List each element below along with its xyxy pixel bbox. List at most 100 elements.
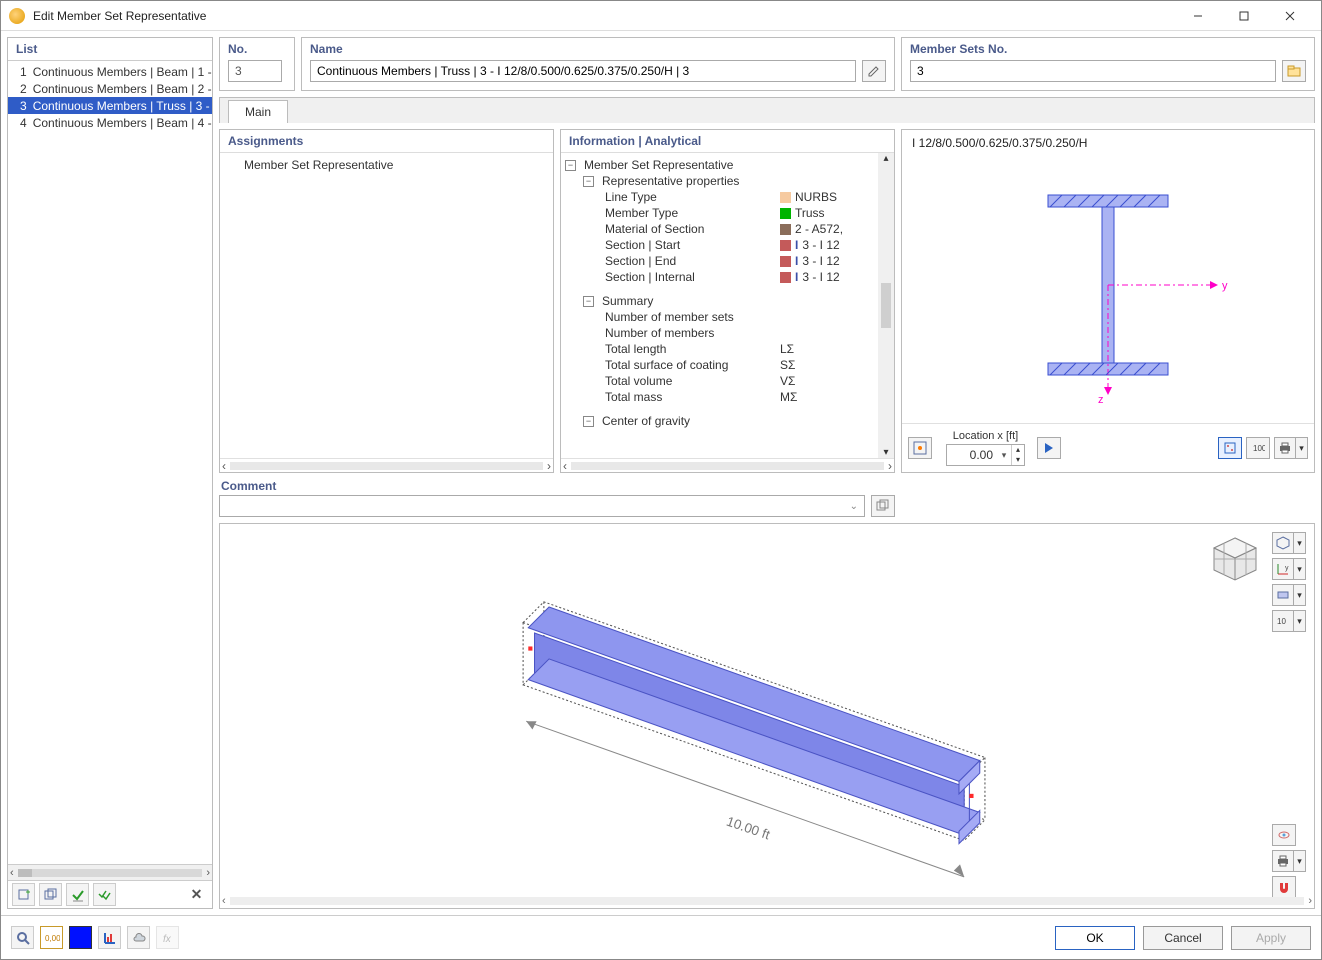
horizontal-scrollbar[interactable]: ‹› — [8, 864, 212, 880]
assignments-header: Assignments — [220, 130, 553, 153]
comment-combo[interactable]: ⌄ — [219, 495, 865, 517]
check-button[interactable] — [66, 883, 89, 906]
prop-key: Line Type — [565, 190, 780, 204]
new-item-button[interactable] — [12, 883, 35, 906]
color-swatch — [780, 208, 791, 219]
step-down[interactable]: ▾ — [1012, 455, 1024, 465]
assign-root: Member Set Representative — [244, 158, 393, 172]
info-tree[interactable]: −Member Set Representative −Representati… — [561, 153, 894, 458]
center-eye-button[interactable] — [1272, 824, 1296, 846]
list-label: Continuous Members | Beam | 2 - — [33, 82, 212, 96]
list-item[interactable]: 2 Continuous Members | Beam | 2 - — [8, 80, 212, 97]
vertical-scrollbar[interactable]: ▴▾ — [878, 153, 894, 458]
shade-button[interactable]: ▾ — [1272, 584, 1306, 606]
print-section-button[interactable]: ▾ — [1274, 437, 1308, 459]
help-button[interactable] — [11, 926, 34, 949]
section-title: I 12/8/0.500/0.625/0.375/0.250/H — [902, 130, 1314, 156]
no-input[interactable] — [228, 60, 282, 82]
ok-button[interactable]: OK — [1055, 926, 1135, 950]
collapse-icon[interactable]: − — [583, 296, 594, 307]
svg-text:y: y — [1222, 280, 1228, 292]
chevron-down-icon[interactable]: ⌄ — [850, 501, 858, 512]
values-button[interactable]: 100 — [1246, 437, 1270, 459]
cancel-button[interactable]: Cancel — [1143, 926, 1223, 950]
prop-val: 3 - I 12 — [802, 254, 839, 268]
section-lib-button[interactable] — [98, 926, 121, 949]
color-swatch — [780, 240, 791, 251]
collapse-icon[interactable]: − — [565, 160, 576, 171]
active-color-swatch[interactable] — [69, 926, 92, 949]
prop-key: Material of Section — [565, 222, 780, 236]
scale-button[interactable]: 10▾ — [1272, 610, 1306, 632]
assignments-hscroll[interactable]: ‹› — [220, 458, 553, 472]
chevron-down-icon[interactable]: ▾ — [1296, 437, 1308, 459]
i-section-icon: I — [795, 254, 798, 268]
chevron-down-icon[interactable]: ▾ — [997, 450, 1011, 461]
info-root: Member Set Representative — [584, 158, 733, 172]
print-view-button[interactable]: ▾ — [1272, 850, 1306, 872]
units-button[interactable]: 0,00 — [40, 926, 63, 949]
collapse-icon[interactable]: − — [583, 416, 594, 427]
i-section-icon: I — [795, 270, 798, 284]
no-label: No. — [228, 42, 286, 56]
cloud-button[interactable] — [127, 926, 150, 949]
close-button[interactable] — [1267, 2, 1313, 30]
info-hscroll[interactable]: ‹› — [561, 458, 894, 472]
axes-button[interactable]: y▾ — [1272, 558, 1306, 580]
collapse-icon[interactable]: − — [583, 176, 594, 187]
stress-points-button[interactable] — [1218, 437, 1242, 459]
list-label: Continuous Members | Beam | 1 - — [33, 65, 212, 79]
view-style-button[interactable]: ▾ — [1272, 532, 1306, 554]
summary-sym: LΣ — [780, 342, 794, 356]
name-input[interactable] — [310, 60, 856, 82]
svg-text:z: z — [1098, 394, 1104, 405]
member-list[interactable]: 1 Continuous Members | Beam | 1 - 2 Cont… — [8, 61, 212, 864]
viewer-3d[interactable]: 10.00 ft — [219, 523, 1315, 909]
chevron-down-icon[interactable]: ▾ — [1294, 558, 1306, 580]
pick-sets-button[interactable] — [1282, 60, 1306, 82]
list-header: List — [8, 38, 212, 61]
maximize-button[interactable] — [1221, 2, 1267, 30]
tab-main[interactable]: Main — [228, 100, 288, 123]
apply-button[interactable]: Apply — [1231, 926, 1311, 950]
function-button[interactable]: fx — [156, 926, 179, 949]
summary-key: Number of member sets — [565, 310, 780, 324]
chevron-down-icon[interactable]: ▾ — [1294, 850, 1306, 872]
chevron-down-icon[interactable]: ▾ — [1294, 584, 1306, 606]
assignments-tree[interactable]: Member Set Representative — [220, 153, 553, 458]
comment-edit-button[interactable] — [871, 495, 895, 517]
svg-text:y: y — [1285, 565, 1289, 572]
edit-name-button[interactable] — [862, 60, 886, 82]
comment-label: Comment — [219, 479, 895, 493]
go-button[interactable] — [1037, 437, 1061, 459]
sets-label: Member Sets No. — [910, 42, 1306, 56]
delete-button[interactable]: ✕ — [185, 883, 208, 906]
sets-input[interactable] — [910, 60, 1276, 82]
viewer-hscroll[interactable]: ‹› — [222, 894, 1312, 908]
prop-key: Section | Start — [565, 238, 780, 252]
pick-point-button[interactable] — [908, 437, 932, 459]
list-item-selected[interactable]: 3 Continuous Members | Truss | 3 - — [8, 97, 212, 114]
minimize-button[interactable] — [1175, 2, 1221, 30]
prop-key: Section | End — [565, 254, 780, 268]
color-swatch — [780, 192, 791, 203]
list-item[interactable]: 4 Continuous Members | Beam | 4 - — [8, 114, 212, 131]
prop-val: Truss — [795, 206, 825, 220]
chevron-down-icon[interactable]: ▾ — [1294, 532, 1306, 554]
location-stepper[interactable]: 0.00 ▾ ▴▾ — [946, 444, 1025, 466]
list-item[interactable]: 1 Continuous Members | Beam | 1 - — [8, 63, 212, 80]
copy-item-button[interactable] — [39, 883, 62, 906]
nav-cube[interactable] — [1210, 534, 1260, 584]
summary-sym: MΣ — [780, 390, 797, 404]
prop-key: Member Type — [565, 206, 780, 220]
window-title: Edit Member Set Representative — [33, 9, 1175, 23]
dimension-label: 10.00 ft — [725, 814, 773, 843]
chevron-down-icon[interactable]: ▾ — [1294, 610, 1306, 632]
color-swatch — [780, 272, 791, 283]
summary-key: Total surface of coating — [565, 358, 780, 372]
check-all-button[interactable] — [93, 883, 116, 906]
i-section-icon: I — [795, 238, 798, 252]
location-value: 0.00 — [947, 448, 997, 462]
svg-text:100: 100 — [1253, 444, 1265, 453]
step-up[interactable]: ▴ — [1012, 445, 1024, 455]
